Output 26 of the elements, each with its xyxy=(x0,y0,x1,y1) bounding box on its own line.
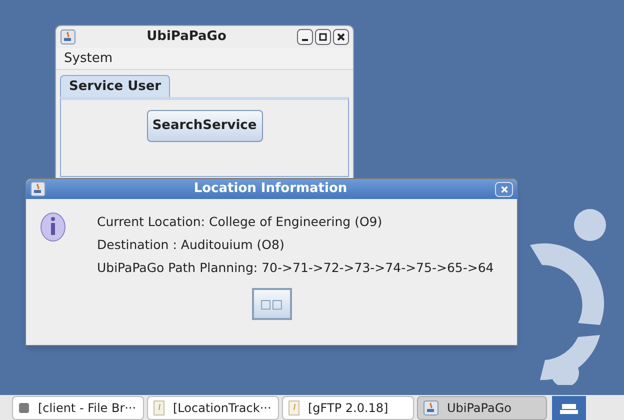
menu-item[interactable]: System xyxy=(64,48,112,68)
java-cup-icon xyxy=(60,29,76,45)
message-text: UbiPaPaGo Path Planning: 70->71->72->73->74->75->65->64 xyxy=(97,259,494,277)
document-icon xyxy=(153,400,165,416)
message-text: Current Location: College of Engineering (O9) xyxy=(97,213,384,231)
info-icon xyxy=(39,211,67,243)
taskbar-item[interactable]: [client - File Br··· xyxy=(12,396,144,420)
dialog-title: Location Information xyxy=(192,180,348,198)
taskbar-item[interactable]: UbiPaPaGo xyxy=(417,396,547,420)
document-icon xyxy=(288,400,300,416)
message-text: Destination : Auditouium (O8) xyxy=(97,236,286,254)
java-cup-icon xyxy=(30,181,46,197)
taskbar-item[interactable]: [LocationTrack··· xyxy=(147,396,279,420)
minimize-button[interactable] xyxy=(297,29,313,45)
window-title: UbiPaPaGo xyxy=(146,28,228,46)
close-icon xyxy=(336,32,346,42)
taskbar-item[interactable]: [gFTP 2.0.18] xyxy=(282,396,414,420)
tab[interactable]: Service User xyxy=(60,75,170,97)
close-icon xyxy=(500,184,508,194)
maximize-button[interactable] xyxy=(315,29,331,45)
close-button[interactable] xyxy=(333,29,349,45)
search-service-button[interactable]: SearchService xyxy=(146,110,262,142)
desktop-switcher-icon[interactable] xyxy=(552,396,586,420)
java-cup-icon xyxy=(423,400,439,416)
maximize-icon xyxy=(318,32,328,42)
minimize-icon xyxy=(302,39,308,41)
